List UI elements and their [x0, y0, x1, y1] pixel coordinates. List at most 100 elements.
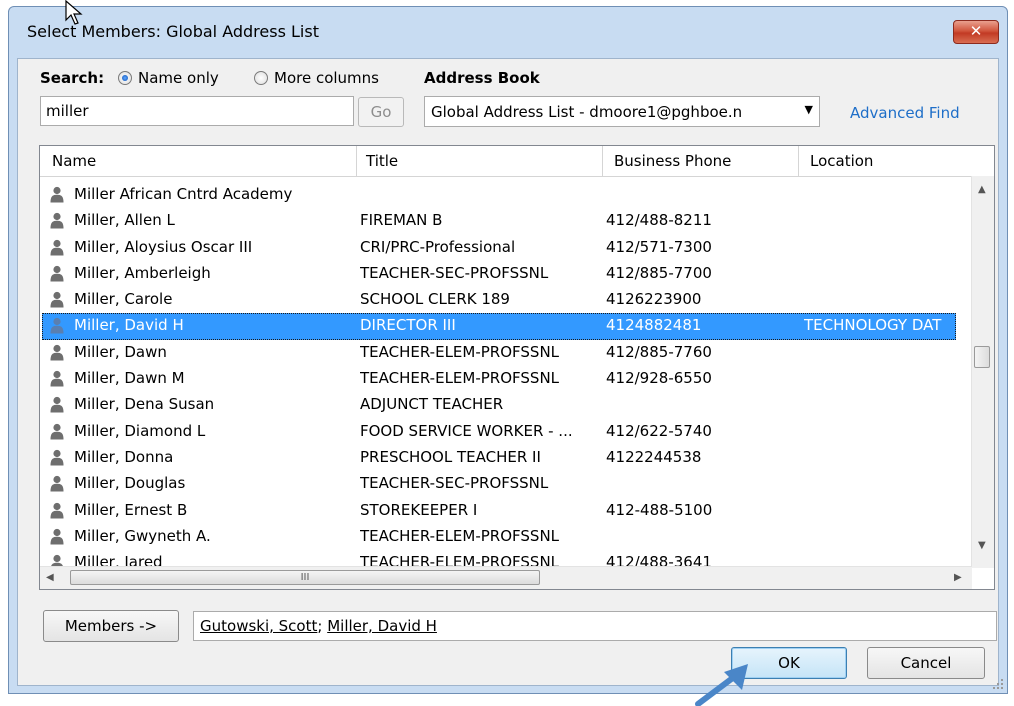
go-button[interactable]: Go: [358, 97, 404, 127]
cancel-button[interactable]: Cancel: [867, 647, 985, 679]
cell-name: Miller, Dawn: [74, 342, 167, 361]
members-field[interactable]: Gutowski, Scott; Miller, David H: [193, 611, 997, 641]
cell-title: FIREMAN B: [360, 211, 443, 230]
close-button[interactable]: ✕: [953, 20, 999, 44]
table-row[interactable]: Miller African Cntrd Academy: [42, 182, 956, 208]
table-row[interactable]: Miller, Diamond L FOOD SERVICE WORKER - .…: [42, 419, 956, 445]
cell-title: PRESCHOOL TEACHER II: [360, 447, 541, 466]
scroll-up-icon[interactable]: ▲: [978, 184, 986, 195]
table-row[interactable]: Miller, Allen L FIREMAN B 412/488-8211: [42, 208, 956, 234]
person-icon: [50, 239, 64, 256]
cell-name: Miller, Douglas: [74, 474, 186, 493]
column-header-location[interactable]: Location: [810, 152, 873, 170]
column-header-title[interactable]: Title: [366, 152, 398, 170]
results-list[interactable]: Name Title Business Phone Location Mille…: [39, 145, 995, 590]
cell-name: Miller African Cntrd Academy: [74, 185, 293, 203]
column-divider[interactable]: [602, 146, 603, 176]
vertical-scroll-thumb[interactable]: [974, 346, 990, 368]
radio-more-columns[interactable]: [254, 71, 268, 85]
radio-name-only-label[interactable]: Name only: [138, 69, 219, 87]
cell-name: Miller, Dawn M: [74, 369, 185, 388]
close-icon: ✕: [969, 22, 983, 40]
chevron-down-icon[interactable]: ▼: [805, 103, 813, 116]
horizontal-scrollbar[interactable]: ◀ III ▶: [40, 566, 972, 589]
cell-name: Miller, Dena Susan: [74, 395, 215, 414]
cell-business-phone: 4124882481: [606, 316, 702, 335]
cell-title: TEACHER-ELEM-PROFSSNL: [360, 342, 560, 361]
advanced-find-link[interactable]: Advanced Find: [850, 104, 960, 122]
cell-business-phone: 412/488-8211: [606, 211, 712, 230]
search-input-value: miller: [46, 102, 89, 120]
cell-name: Miller, Amberleigh: [74, 263, 211, 282]
members-value: Gutowski, Scott; Miller, David H: [200, 617, 437, 635]
go-button-label: Go: [370, 103, 392, 121]
radio-more-columns-label[interactable]: More columns: [274, 69, 379, 87]
cell-name: Miller, Ernest B: [74, 500, 188, 519]
table-row[interactable]: Miller, Dawn M TEACHER-ELEM-PROFSSNL 412/9…: [42, 366, 956, 392]
title-bar: Select Members: Global Address List ✕: [9, 7, 1007, 57]
table-row[interactable]: Miller, Donna PRESCHOOL TEACHER II 4122244…: [42, 445, 956, 471]
search-label: Search:: [40, 69, 105, 87]
table-row[interactable]: Miller, Dena Susan ADJUNCT TEACHER: [42, 392, 956, 418]
column-divider[interactable]: [356, 146, 357, 176]
person-icon: [50, 502, 64, 519]
column-header-business-phone[interactable]: Business Phone: [614, 152, 731, 170]
cell-business-phone: 412/885-7700: [606, 263, 712, 282]
cell-title: TEACHER-SEC-PROFSSNL: [360, 474, 549, 493]
vertical-scrollbar[interactable]: ▲ ▼: [971, 176, 994, 568]
table-row[interactable]: Miller, Gwyneth A. TEACHER-ELEM-PROFSSNL: [42, 524, 956, 550]
table-row[interactable]: Miller, Douglas TEACHER-SEC-PROFSSNL: [42, 471, 956, 497]
table-row[interactable]: Miller, Aloysius Oscar III CRI/PRC-Profes…: [42, 235, 956, 261]
address-book-value: Global Address List - dmoore1@pghboe.n: [431, 103, 743, 121]
cell-business-phone: 412-488-5100: [606, 500, 713, 519]
cell-name: Miller, Allen L: [74, 211, 175, 230]
cell-title: TEACHER-ELEM-PROFSSNL: [360, 526, 560, 545]
cell-business-phone: 4126223900: [606, 290, 702, 309]
address-book-select[interactable]: Global Address List - dmoore1@pghboe.n ▼: [424, 96, 820, 127]
list-header: Name Title Business Phone Location: [40, 146, 994, 177]
person-icon: [50, 318, 64, 334]
person-icon: [50, 423, 64, 440]
cell-name: Miller, David H: [74, 316, 184, 335]
table-row[interactable]: Miller, Dawn TEACHER-ELEM-PROFSSNL 412/885…: [42, 340, 956, 366]
cell-title: TEACHER-ELEM-PROFSSNL: [360, 369, 560, 388]
member-chip[interactable]: Gutowski, Scott: [200, 617, 317, 635]
cell-name: Miller, Aloysius Oscar III: [74, 237, 253, 256]
search-input[interactable]: miller: [40, 96, 354, 126]
cell-name: Miller, Carole: [74, 290, 173, 309]
scroll-left-icon[interactable]: ◀: [46, 572, 54, 583]
table-row[interactable]: Miller, Ernest B STOREKEEPER I 412-488-510…: [42, 498, 956, 524]
resize-grip-icon[interactable]: [993, 679, 1003, 689]
members-button-label: Members ->: [64, 617, 158, 635]
address-book-label: Address Book: [424, 69, 540, 87]
person-icon: [50, 292, 64, 308]
column-divider[interactable]: [798, 146, 799, 176]
cell-title: STOREKEEPER I: [360, 500, 478, 519]
cell-name: Miller, Gwyneth A.: [74, 526, 211, 545]
dialog-window: Select Members: Global Address List ✕ Se…: [8, 6, 1008, 694]
scroll-right-icon[interactable]: ▶: [954, 572, 962, 583]
table-row[interactable]: Miller, David H DIRECTOR III 4124882481 TEC…: [42, 313, 956, 340]
radio-name-only[interactable]: [118, 71, 132, 85]
scroll-grip: III: [300, 572, 310, 583]
cell-title: CRI/PRC-Professional: [360, 237, 516, 256]
person-icon: [50, 265, 64, 282]
cell-business-phone: 412/571-7300: [606, 237, 712, 256]
cell-name: Miller, Diamond L: [74, 421, 206, 440]
person-icon: [50, 186, 64, 203]
table-row[interactable]: Miller, Carole SCHOOL CLERK 189 4126223900: [42, 287, 956, 313]
scroll-down-icon[interactable]: ▼: [978, 540, 986, 551]
list-rows: Miller African Cntrd Academy Miller, Alle…: [42, 182, 956, 569]
table-row[interactable]: Miller, Amberleigh TEACHER-SEC-PROFSSNL 41…: [42, 261, 956, 287]
member-chip[interactable]: Miller, David H: [327, 617, 437, 635]
person-icon: [50, 449, 64, 466]
member-separator: ;: [317, 617, 328, 635]
horizontal-scroll-thumb[interactable]: III: [70, 570, 540, 585]
cell-title: SCHOOL CLERK 189: [360, 290, 510, 309]
person-icon: [50, 476, 64, 492]
column-header-name[interactable]: Name: [52, 152, 96, 170]
members-button[interactable]: Members ->: [43, 610, 179, 642]
person-icon: [50, 213, 64, 229]
person-icon: [50, 370, 64, 387]
ok-button-label: OK: [778, 654, 800, 672]
